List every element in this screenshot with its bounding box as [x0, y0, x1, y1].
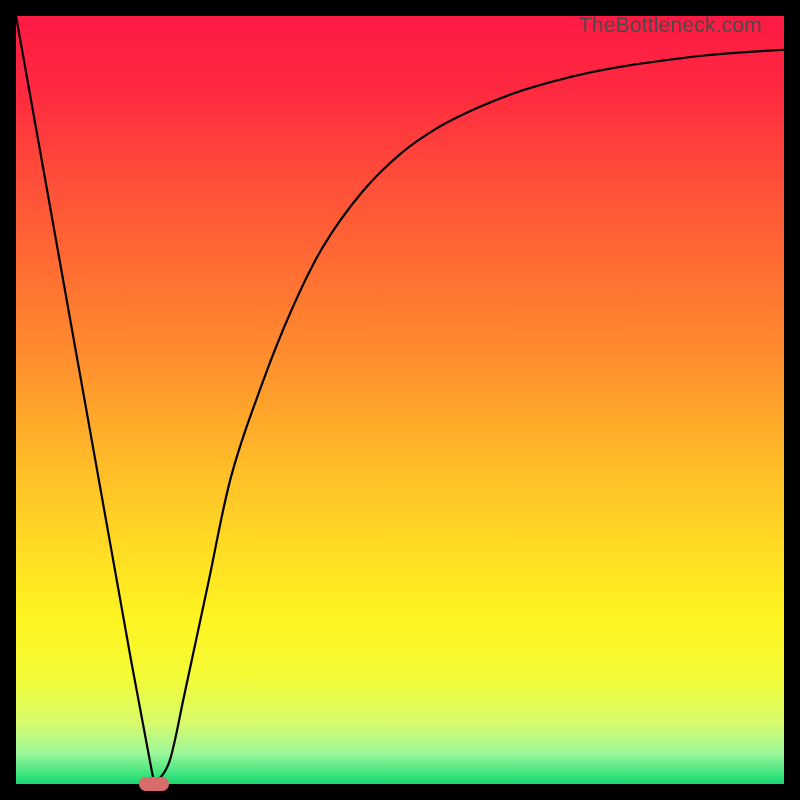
plot-area: TheBottleneck.com — [16, 16, 784, 784]
min-marker — [139, 777, 169, 791]
chart-frame: TheBottleneck.com — [0, 0, 800, 800]
bottleneck-curve-path — [16, 16, 784, 784]
curve-svg — [16, 16, 784, 784]
